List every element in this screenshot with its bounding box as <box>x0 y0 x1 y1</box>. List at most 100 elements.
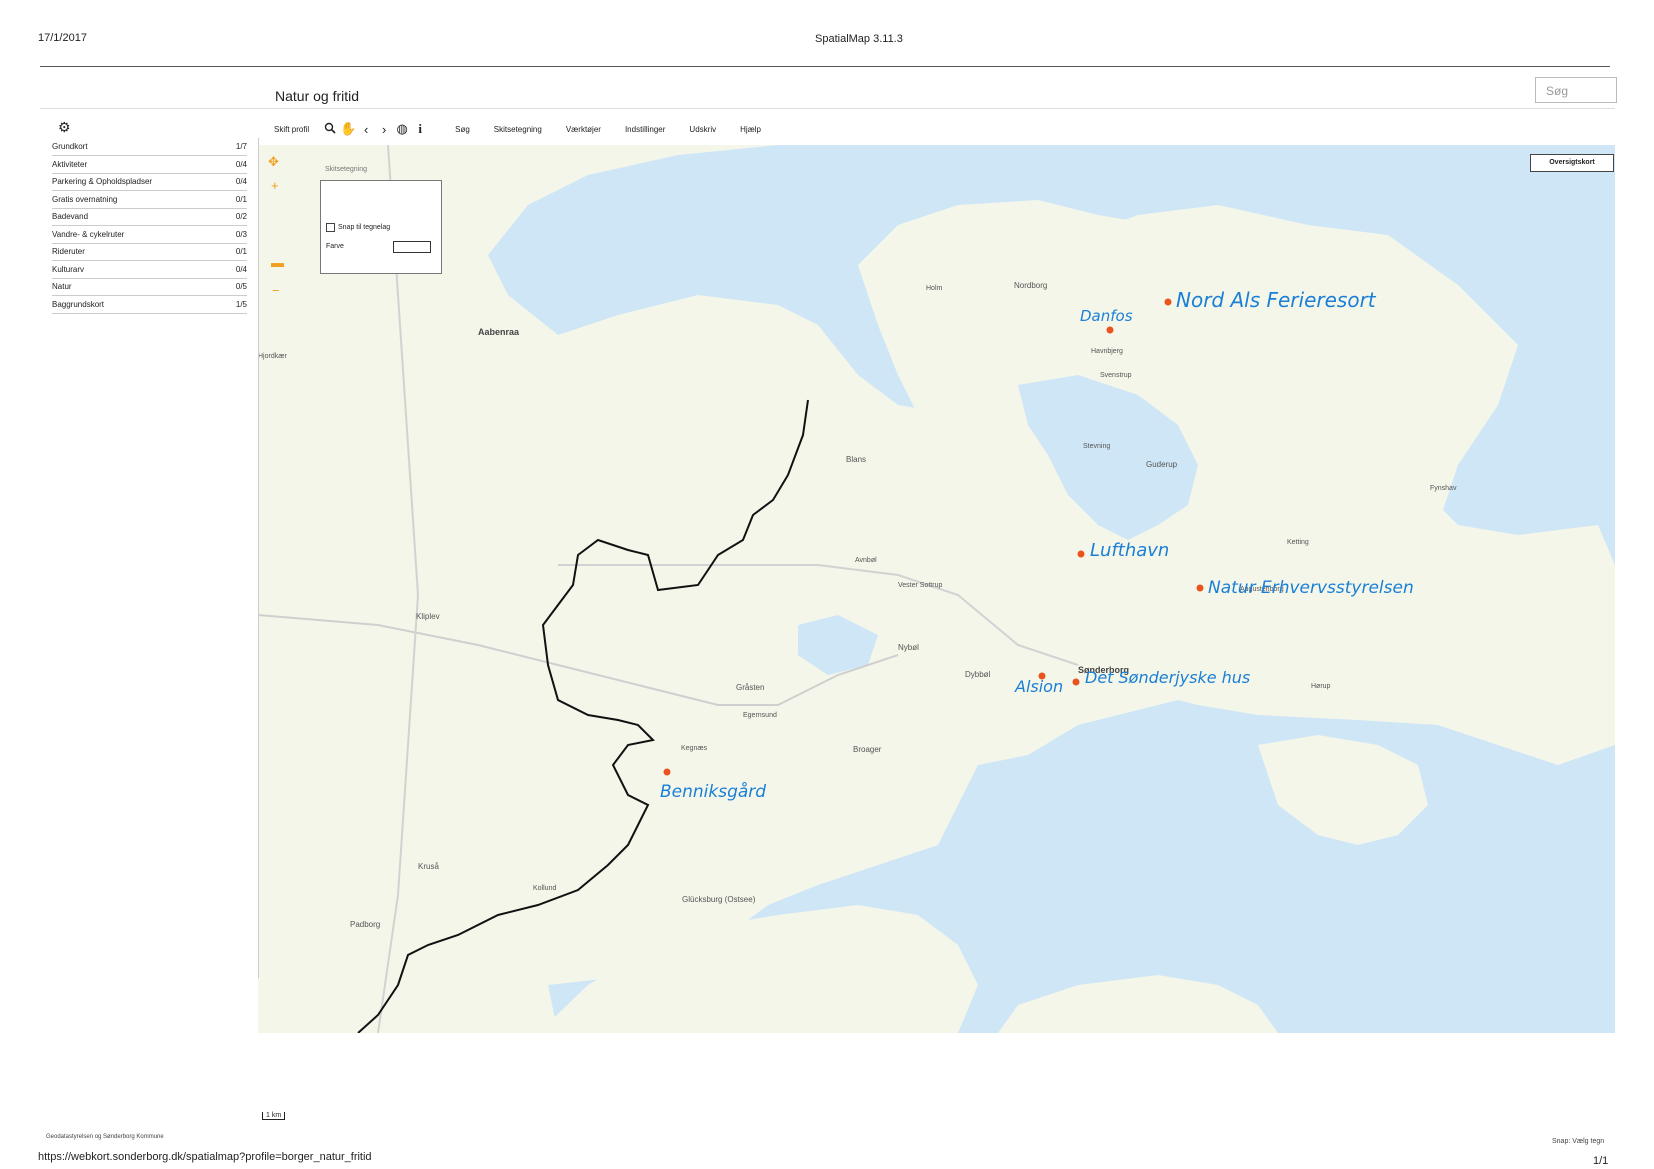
layer-count: 0/1 <box>235 194 247 204</box>
place-label: Ketting <box>1287 539 1309 546</box>
place-label: Kliplev <box>416 612 440 621</box>
color-label: Farve <box>326 243 344 250</box>
toolbar: Skift profil ✋ ‹ › ◍ i Søg Skitsetegning… <box>262 118 773 140</box>
place-label: Avnbøl <box>855 557 877 564</box>
map-canvas[interactable]: Aabenraa Sønderborg Nordborg Gråsten Bro… <box>258 145 1615 1033</box>
snap-checkbox[interactable] <box>326 223 335 232</box>
place-label: Aabenraa <box>478 327 520 337</box>
layer-row[interactable]: Gratis overnatning 0/1 <box>52 191 247 209</box>
place-label: Havnbjerg <box>1091 348 1123 355</box>
layer-name: Gratis overnatning <box>52 194 118 204</box>
layer-row[interactable]: Aktiviteter 0/4 <box>52 156 247 174</box>
color-picker[interactable] <box>393 241 431 253</box>
place-label: Gråsten <box>736 683 765 692</box>
place-label: Vester Sottrup <box>898 582 943 589</box>
layer-row[interactable]: Parkering & Opholdspladser 0/4 <box>52 173 247 191</box>
layer-count: 0/4 <box>235 159 247 169</box>
layer-count: 0/5 <box>235 282 247 291</box>
layer-count: 1/5 <box>235 299 247 309</box>
layer-count: 0/4 <box>235 264 247 274</box>
layer-count: 0/4 <box>235 177 247 186</box>
page-url: https://webkort.sonderborg.dk/spatialmap… <box>38 1151 372 1163</box>
settings-icon[interactable]: ⚙ <box>58 119 71 136</box>
layer-count: 0/1 <box>235 247 247 256</box>
zoom-out-icon[interactable]: − <box>272 283 280 298</box>
globe-icon[interactable]: ◍ <box>393 121 411 137</box>
map-credit: Geodatastyrelsen og Sønderborg Kommune <box>46 1134 164 1140</box>
layer-count: 1/7 <box>235 142 247 151</box>
place-label: Hjordkær <box>258 353 287 360</box>
layer-name: Vandre- & cykelruter <box>52 229 125 239</box>
search-input[interactable]: Søg <box>1535 77 1617 103</box>
menu-print[interactable]: Udskriv <box>677 125 728 134</box>
layer-name: Aktiviteter <box>52 159 88 169</box>
handwritten-note: Natur Erhvervsstyrelsen <box>1208 578 1414 598</box>
print-title: SpatialMap 3.11.3 <box>815 33 903 45</box>
place-label: Stevning <box>1083 443 1111 450</box>
snap-status: Snap: Vælg tegn <box>1552 1138 1605 1145</box>
app-title: Natur og fritid <box>275 88 360 104</box>
zoom-icon[interactable] <box>321 122 339 137</box>
info-icon[interactable]: i <box>411 121 429 137</box>
layer-row[interactable]: Kulturarv 0/4 <box>52 261 247 279</box>
place-label: Broager <box>853 745 882 754</box>
layer-row[interactable]: Grundkort 1/7 <box>52 138 247 156</box>
menu-help[interactable]: Hjælp <box>728 125 773 134</box>
place-label: Kruså <box>418 862 439 871</box>
forward-icon[interactable]: › <box>375 122 393 137</box>
layer-name: Grundkort <box>52 142 88 151</box>
overview-map-button[interactable]: Oversigtskort <box>1530 154 1614 172</box>
place-label: Blans <box>846 455 867 464</box>
place-label: Guderup <box>1146 460 1178 469</box>
layer-name: Parkering & Opholdspladser <box>52 177 153 186</box>
place-label: Kegnæs <box>681 745 708 752</box>
handwritten-note: Alsion <box>1015 677 1064 696</box>
handwritten-note: Nord Als Ferieresort <box>1176 288 1376 312</box>
snap-label: Snap til tegnelag <box>338 224 391 231</box>
menu-search[interactable]: Søg <box>443 125 482 134</box>
place-label: Dybbøl <box>965 670 991 679</box>
menu-settings[interactable]: Indstillinger <box>613 125 677 134</box>
handwritten-note: Benniksgård <box>660 782 767 802</box>
layer-name: Kulturarv <box>52 264 85 274</box>
layer-name: Rideruter <box>52 247 85 256</box>
place-label: Svenstrup <box>1100 372 1132 379</box>
zoom-in-icon[interactable]: + <box>271 178 279 193</box>
layer-row[interactable]: Badevand 0/2 <box>52 208 247 226</box>
pan-icon[interactable]: ✋ <box>339 121 357 137</box>
back-icon[interactable]: ‹ <box>357 122 375 137</box>
switch-profile-button[interactable]: Skift profil <box>262 125 321 134</box>
place-label: Egernsund <box>743 712 777 719</box>
layer-panel: Grundkort 1/7 Aktiviteter 0/4 Parkering & Op… <box>40 138 259 978</box>
layer-name: Natur <box>52 282 72 291</box>
menu-tools[interactable]: Værktøjer <box>554 125 613 134</box>
handwritten-note: Det Sønderjyske hus <box>1085 668 1251 687</box>
snap-option[interactable]: Snap til tegnelag <box>326 223 390 232</box>
print-date: 17/1/2017 <box>38 32 87 44</box>
place-label: Holm <box>926 285 943 292</box>
handwritten-note: Danfos <box>1080 307 1133 325</box>
place-label: Nordborg <box>1014 281 1048 290</box>
layer-row[interactable]: Natur 0/5 <box>52 278 247 296</box>
pan-control-icon[interactable]: ✥ <box>268 154 279 170</box>
zoom-slider-handle[interactable]: ▬ <box>271 255 284 270</box>
layer-row[interactable]: Rideruter 0/1 <box>52 243 247 261</box>
place-label: Kollund <box>533 885 557 892</box>
place-label: Fynshav <box>1430 485 1457 492</box>
handwritten-note: Lufthavn <box>1090 540 1170 561</box>
layer-row[interactable]: Vandre- & cykelruter 0/3 <box>52 226 247 244</box>
layer-count: 0/2 <box>235 212 247 221</box>
menu-sketch[interactable]: Skitsetegning <box>482 125 554 134</box>
sketch-panel: Snap til tegnelag Farve <box>320 180 442 274</box>
toolbar-divider <box>40 108 1615 109</box>
header-divider <box>40 66 1610 67</box>
place-label: Padborg <box>350 920 381 929</box>
layer-count: 0/3 <box>235 229 247 239</box>
sketch-title: Skitsetegning <box>325 166 368 173</box>
layer-name: Badevand <box>52 212 89 221</box>
layer-name: Baggrundskort <box>52 299 105 309</box>
layer-row[interactable]: Baggrundskort 1/5 <box>52 296 247 314</box>
page-number: 1/1 <box>1593 1155 1609 1167</box>
place-label: Glücksburg (Ostsee) <box>682 895 756 904</box>
scale-bar: 1 km <box>262 1112 286 1120</box>
